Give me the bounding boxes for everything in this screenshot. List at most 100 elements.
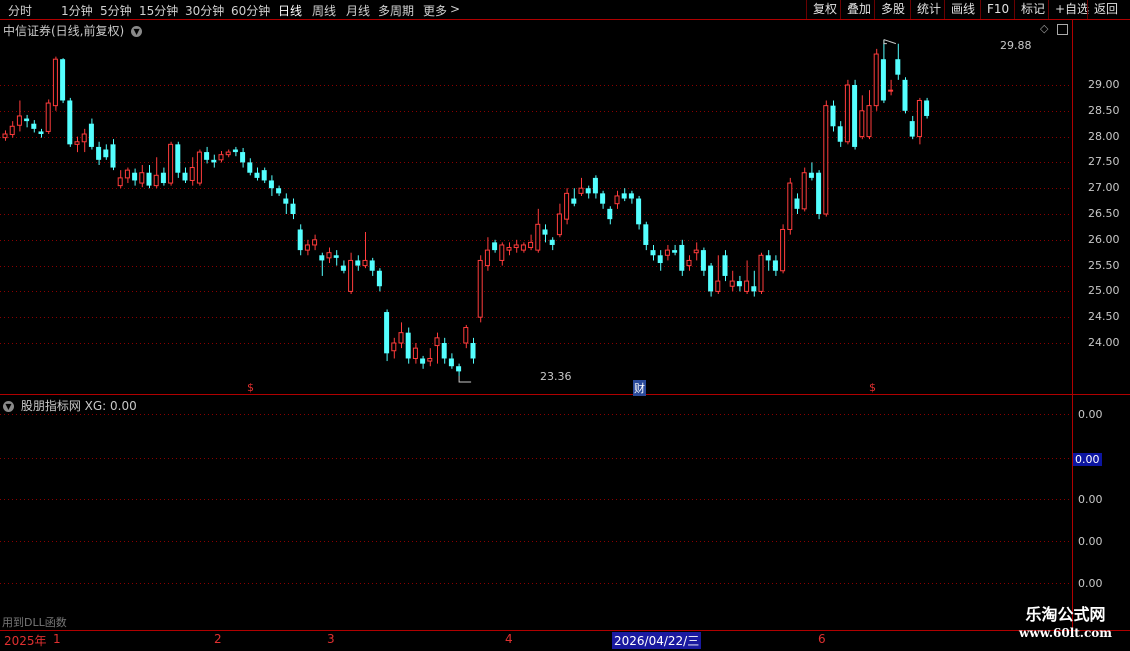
candle-body-down	[643, 224, 649, 245]
candle-body-down	[902, 79, 908, 111]
candle-body-down	[31, 123, 37, 129]
candle-body-down	[254, 172, 260, 178]
candle-body-up	[391, 342, 397, 352]
candle-body-down	[283, 198, 289, 204]
candle-body-up	[124, 169, 130, 179]
candle-body-down	[470, 343, 476, 359]
price-axis-label: 26.00	[1088, 233, 1120, 246]
candle-body-down	[794, 198, 800, 209]
price-axis-label: 25.50	[1088, 259, 1120, 272]
price-axis-label: 27.50	[1088, 155, 1120, 168]
month-tick: 3	[327, 632, 335, 646]
candle-body-down	[549, 239, 555, 245]
watermark-title: 乐淘公式网	[1025, 605, 1106, 624]
low-pointer	[458, 376, 472, 383]
candle-body-down	[319, 255, 325, 261]
candle-body-up	[189, 167, 195, 181]
candle-body-down	[67, 100, 73, 145]
event-marker-dollar[interactable]: $	[869, 381, 876, 394]
candle-body-down	[542, 229, 548, 235]
candle-body-down	[276, 188, 282, 194]
candle-body-up	[506, 247, 512, 251]
candle-body-up	[686, 259, 692, 267]
chevron-down-icon[interactable]: ▼	[3, 401, 14, 412]
candle-body-down	[405, 332, 411, 359]
current-date-label: 2026/04/22/三	[612, 632, 702, 649]
candle-body-up	[434, 337, 440, 347]
candle-body-up	[81, 133, 87, 143]
candle-body-up	[52, 58, 58, 107]
candle-body-down	[24, 118, 30, 122]
candle-body-up	[225, 151, 231, 156]
price-axis-label: 28.00	[1088, 130, 1120, 143]
indicator-panel-title-wrap: ▼ 股朋指标网 XG: 0.00	[3, 397, 137, 414]
candle-body-down	[355, 260, 361, 266]
candle-body-down	[232, 149, 238, 153]
candle-body-up	[873, 53, 879, 107]
price-axis-label: 28.50	[1088, 104, 1120, 117]
candle-body-down	[204, 152, 210, 160]
indicator-axis-label: 0.00	[1078, 408, 1103, 421]
candle-body-down	[132, 172, 138, 181]
candle-body-down	[765, 255, 771, 261]
candle-body-down	[160, 172, 166, 184]
candle-body-up	[780, 228, 786, 272]
candle-body-up	[218, 154, 224, 161]
candle-body-up	[139, 172, 145, 184]
price-axis-label: 24.00	[1088, 336, 1120, 349]
candle-body-up	[326, 252, 332, 259]
candle-body-down	[384, 312, 390, 354]
candle-body-down	[456, 366, 462, 372]
low-price-label: 23.36	[540, 370, 572, 383]
dll-notice: 用到DLL函数	[2, 616, 67, 629]
candle-body-up	[427, 357, 433, 362]
candle-body-down	[722, 255, 728, 276]
month-tick: 2	[214, 632, 222, 646]
candle-body-down	[837, 126, 843, 142]
candle-body-up	[304, 244, 310, 251]
candle-body-down	[175, 144, 181, 173]
month-tick: 6	[818, 632, 826, 646]
candle-body-down	[700, 250, 706, 271]
finance-report-marker[interactable]: 财	[633, 380, 646, 396]
candle-body-up	[528, 241, 534, 249]
candle-body-up	[74, 141, 80, 145]
candle-body-up	[614, 195, 620, 205]
candle-body-down	[211, 159, 217, 163]
candle-body-up	[888, 89, 894, 92]
candle-body-down	[679, 244, 685, 271]
candle-body-up	[196, 151, 202, 184]
candle-body-down	[103, 149, 109, 158]
candle-body-up	[556, 213, 562, 236]
price-axis-label: 24.50	[1088, 310, 1120, 323]
candle-body-down	[708, 265, 714, 292]
candle-body-down	[808, 172, 814, 178]
right-info-strip	[1117, 20, 1130, 630]
candle-body-up	[463, 327, 469, 344]
candle-body-down	[247, 162, 253, 173]
candle-body-down	[909, 121, 915, 137]
candle-body-down	[240, 152, 246, 163]
candle-body-up	[664, 249, 670, 256]
candle-body-down	[852, 85, 858, 147]
indicator-axis-label: 0.00	[1078, 535, 1103, 548]
candle-body-up	[9, 125, 15, 136]
candle-body-up	[398, 332, 404, 344]
candle-body-down	[441, 343, 447, 359]
price-axis-label: 29.00	[1088, 78, 1120, 91]
candle-body-down	[895, 59, 901, 75]
month-tick: 4	[505, 632, 513, 646]
candle-body-up	[744, 280, 750, 292]
candle-body-down	[816, 172, 822, 214]
candle-body-up	[45, 102, 51, 132]
candle-body-down	[376, 270, 382, 287]
price-axis-label: 26.50	[1088, 207, 1120, 220]
event-marker-dollar[interactable]: $	[247, 381, 254, 394]
candle-body-up	[578, 187, 584, 194]
price-axis-label: 25.00	[1088, 284, 1120, 297]
candle-body-down	[88, 123, 94, 147]
candle-body-up	[2, 133, 8, 139]
candle-body-down	[268, 180, 274, 189]
candle-body-down	[369, 260, 375, 271]
candle-body-down	[333, 255, 339, 258]
